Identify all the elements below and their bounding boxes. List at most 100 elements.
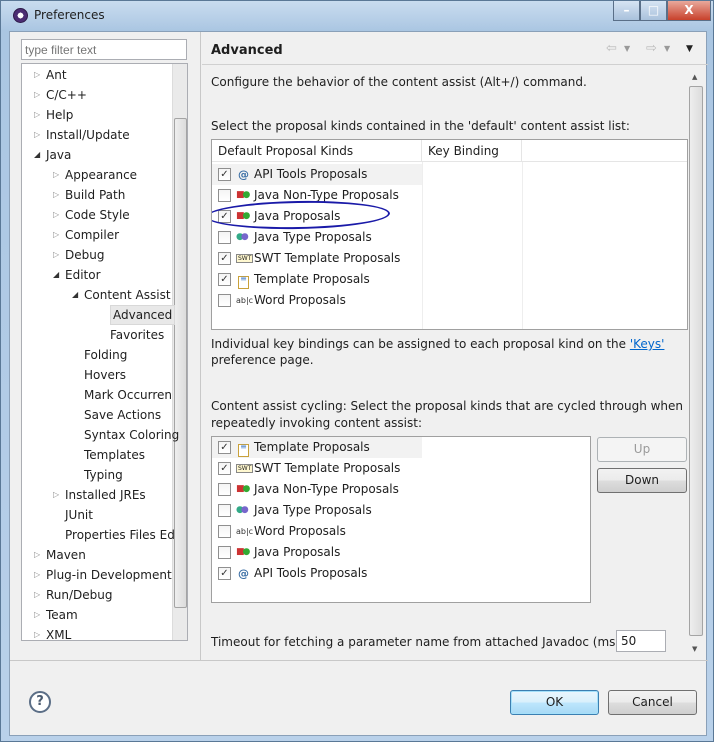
tree-item[interactable]: JUnit xyxy=(65,505,93,525)
list-item[interactable]: ✓ ■● Java Proposals xyxy=(212,199,422,231)
tree-item[interactable]: Debug xyxy=(65,245,104,265)
tree-item[interactable]: Properties Files Ed xyxy=(65,525,175,545)
column-header-kinds[interactable]: Default Proposal Kinds xyxy=(212,140,422,162)
back-icon[interactable]: ⇦ xyxy=(606,41,617,56)
tree-item[interactable]: Help xyxy=(46,105,73,125)
tree-item[interactable]: Templates xyxy=(84,445,145,465)
expanded-arrow-icon[interactable]: ◢ xyxy=(53,265,59,285)
tree-item[interactable]: Ant xyxy=(46,65,67,85)
forward-icon[interactable]: ⇨ xyxy=(646,41,657,56)
list-item[interactable]: ✓ SWT SWT Template Proposals xyxy=(212,248,422,269)
list-item[interactable]: ✓ ≡ Template Proposals xyxy=(212,437,422,458)
filter-input[interactable] xyxy=(21,39,187,60)
view-menu-icon[interactable]: ▼ xyxy=(686,44,693,54)
tree-item[interactable]: Compiler xyxy=(65,225,119,245)
collapsed-arrow-icon[interactable]: ▷ xyxy=(53,185,59,205)
list-item[interactable]: ✓ @ API Tools Proposals xyxy=(212,563,422,584)
tree-item[interactable]: Save Actions xyxy=(84,405,161,425)
tree-item[interactable]: Java xyxy=(46,145,71,165)
collapsed-arrow-icon[interactable]: ▷ xyxy=(53,165,59,185)
checkbox[interactable] xyxy=(218,231,231,244)
tree-item[interactable]: Hovers xyxy=(84,365,126,385)
timeout-input[interactable]: 50 xyxy=(616,630,666,652)
ok-button[interactable]: OK xyxy=(510,690,599,715)
list-item[interactable]: ■● Java Proposals xyxy=(212,542,422,563)
page-scrollbar[interactable]: ▲ ▼ xyxy=(688,71,704,659)
collapsed-arrow-icon[interactable]: ▷ xyxy=(53,485,59,505)
back-dropdown-icon[interactable]: ▼ xyxy=(624,44,630,53)
close-button[interactable]: X xyxy=(667,1,711,21)
list-item[interactable]: ●● Java Type Proposals xyxy=(212,500,422,521)
tree-item[interactable]: Syntax Coloring xyxy=(84,425,179,445)
tree-item[interactable]: C/C++ xyxy=(46,85,87,105)
column-header-key-binding[interactable]: Key Binding xyxy=(422,140,522,162)
list-item[interactable]: ●● Java Type Proposals xyxy=(212,227,422,248)
expanded-arrow-icon[interactable]: ◢ xyxy=(72,285,78,305)
maximize-button[interactable]: □ xyxy=(640,1,667,21)
up-button[interactable]: Up xyxy=(597,437,687,462)
checkbox[interactable] xyxy=(218,294,231,307)
tree-item[interactable]: Build Path xyxy=(65,185,125,205)
collapsed-arrow-icon[interactable]: ▷ xyxy=(34,545,40,565)
list-item[interactable]: ✓ @ API Tools Proposals xyxy=(212,164,422,185)
checkbox[interactable]: ✓ xyxy=(218,273,231,286)
tree-item[interactable]: Editor xyxy=(65,265,101,285)
collapsed-arrow-icon[interactable]: ▷ xyxy=(34,65,40,85)
checkbox[interactable] xyxy=(218,504,231,517)
list-item[interactable]: ✓ ≡ Template Proposals xyxy=(212,269,422,290)
collapsed-arrow-icon[interactable]: ▷ xyxy=(53,225,59,245)
help-icon[interactable]: ? xyxy=(29,691,51,713)
checkbox[interactable]: ✓ xyxy=(218,567,231,580)
collapsed-arrow-icon[interactable]: ▷ xyxy=(53,205,59,225)
tree-item[interactable]: Code Style xyxy=(65,205,130,225)
down-button[interactable]: Down xyxy=(597,468,687,493)
checkbox[interactable]: ✓ xyxy=(218,252,231,265)
checkbox[interactable] xyxy=(218,525,231,538)
list-item[interactable]: ✓ SWT SWT Template Proposals xyxy=(212,458,422,479)
list-item[interactable]: ■● Java Non-Type Proposals xyxy=(212,479,422,500)
minimize-button[interactable]: – xyxy=(613,1,640,21)
collapsed-arrow-icon[interactable]: ▷ xyxy=(34,565,40,585)
page-scroll-thumb[interactable] xyxy=(689,86,703,636)
checkbox[interactable] xyxy=(218,483,231,496)
checkbox[interactable]: ✓ xyxy=(218,462,231,475)
tree-item[interactable]: Appearance xyxy=(65,165,137,185)
list-item[interactable]: ab|c Word Proposals xyxy=(212,521,422,542)
tree-item[interactable]: Advanced xyxy=(110,305,176,325)
list-item[interactable]: ab|c Word Proposals xyxy=(212,290,422,311)
checkbox[interactable]: ✓ xyxy=(218,168,231,181)
tree-item[interactable]: Typing xyxy=(84,465,123,485)
collapsed-arrow-icon[interactable]: ▷ xyxy=(34,625,40,640)
scroll-down-icon[interactable]: ▼ xyxy=(692,645,697,653)
collapsed-arrow-icon[interactable]: ▷ xyxy=(34,605,40,625)
cancel-button[interactable]: Cancel xyxy=(608,690,697,715)
collapsed-arrow-icon[interactable]: ▷ xyxy=(34,85,40,105)
expanded-arrow-icon[interactable]: ◢ xyxy=(34,145,40,165)
tree-item[interactable]: Installed JREs xyxy=(65,485,146,505)
forward-dropdown-icon[interactable]: ▼ xyxy=(664,44,670,53)
tree-item[interactable]: Run/Debug xyxy=(46,585,113,605)
checkbox[interactable] xyxy=(218,189,231,202)
column-header-empty xyxy=(522,140,687,162)
tree-scrollbar[interactable] xyxy=(172,64,187,640)
tree-item[interactable]: XML xyxy=(46,625,71,640)
tree-item[interactable]: Favorites xyxy=(110,325,164,345)
tree-item[interactable]: Install/Update xyxy=(46,125,130,145)
api-tools-icon: @ xyxy=(238,567,249,580)
tree-item[interactable]: Mark Occurren xyxy=(84,385,172,405)
collapsed-arrow-icon[interactable]: ▷ xyxy=(53,245,59,265)
tree-item[interactable]: Plug-in Development xyxy=(46,565,172,585)
collapsed-arrow-icon[interactable]: ▷ xyxy=(34,105,40,125)
checkbox[interactable]: ✓ xyxy=(218,441,231,454)
scroll-up-icon[interactable]: ▲ xyxy=(692,73,697,81)
tree-item[interactable]: Maven xyxy=(46,545,86,565)
list-item-label: Java Non-Type Proposals xyxy=(254,482,399,496)
tree-item[interactable]: Team xyxy=(46,605,78,625)
tree-scroll-thumb[interactable] xyxy=(174,118,187,608)
collapsed-arrow-icon[interactable]: ▷ xyxy=(34,585,40,605)
keys-link[interactable]: 'Keys' xyxy=(630,337,665,351)
tree-item[interactable]: Folding xyxy=(84,345,127,365)
tree-item[interactable]: Content Assist xyxy=(84,285,171,305)
checkbox[interactable] xyxy=(218,546,231,559)
collapsed-arrow-icon[interactable]: ▷ xyxy=(34,125,40,145)
